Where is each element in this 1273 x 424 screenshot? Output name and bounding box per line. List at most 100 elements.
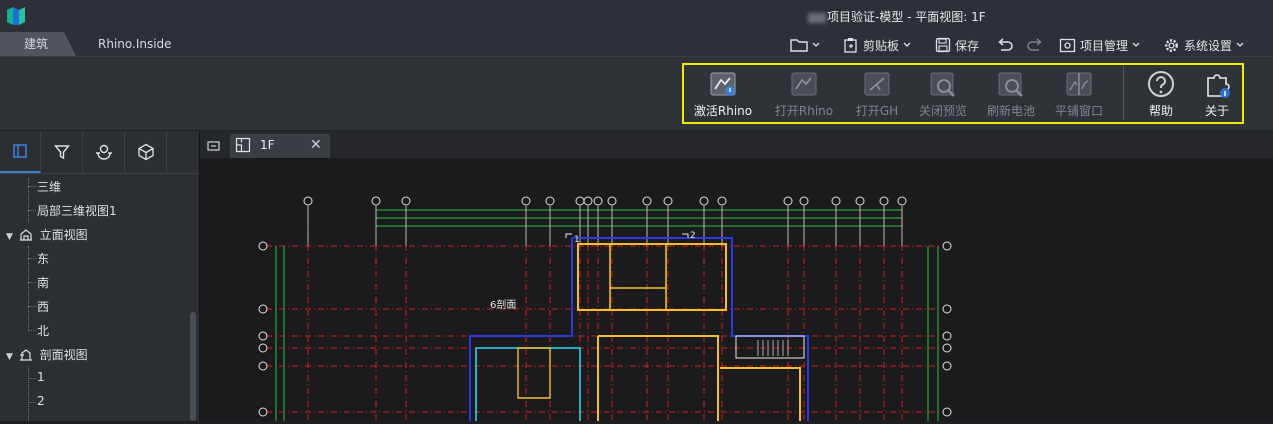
wall bbox=[475, 347, 581, 421]
clipboard-label: 剪贴板 bbox=[863, 38, 900, 53]
tree-guide bbox=[28, 402, 36, 403]
tree-guide bbox=[28, 186, 36, 187]
grid-bubble bbox=[663, 196, 673, 206]
chevron-down-icon bbox=[1236, 42, 1244, 47]
drawing-canvas[interactable]: 6剖面 1 2 bbox=[200, 158, 1273, 421]
tree-guide bbox=[28, 282, 36, 283]
close-icon[interactable]: ✕ bbox=[310, 137, 322, 153]
wall bbox=[517, 347, 551, 399]
tree-group-label: 立面视图 bbox=[39, 228, 88, 242]
grid-bubble bbox=[258, 361, 268, 371]
tree-group-sections[interactable]: ▼ 剖面视图 bbox=[6, 346, 88, 363]
project-management-button[interactable]: 项目管理 bbox=[1059, 35, 1140, 55]
browser-tab-filter[interactable] bbox=[42, 131, 83, 173]
system-settings-button[interactable]: 系统设置 bbox=[1163, 35, 1244, 55]
tree-group-elevations[interactable]: ▼ 立面视图 bbox=[6, 226, 88, 243]
grid-bubble bbox=[942, 331, 952, 341]
clipboard-button[interactable]: 剪贴板 bbox=[843, 35, 911, 55]
grid-bubble bbox=[879, 196, 889, 206]
open-folder-button[interactable] bbox=[790, 35, 820, 55]
grid-bubble bbox=[942, 407, 952, 417]
tree-item-north[interactable]: 北 bbox=[37, 322, 49, 339]
grid-bubble bbox=[855, 196, 865, 206]
browser-tab-views[interactable] bbox=[0, 131, 41, 173]
grid-bubble bbox=[258, 304, 268, 314]
grid-bubble bbox=[583, 196, 593, 206]
section-view-icon bbox=[19, 349, 32, 361]
grid-bubble bbox=[642, 196, 652, 206]
gear-icon bbox=[1165, 38, 1178, 52]
building-outline bbox=[469, 237, 809, 421]
grid-bubble bbox=[575, 196, 585, 206]
grid-bubble bbox=[942, 361, 952, 371]
dimension-line bbox=[375, 209, 903, 219]
save-button[interactable]: 保存 bbox=[935, 35, 979, 55]
tree-guide bbox=[28, 378, 36, 379]
grid-bubble bbox=[258, 343, 268, 353]
section-mark-label: 2 bbox=[690, 231, 696, 241]
room-label: 6剖面 bbox=[490, 298, 516, 311]
tree-item-section-2[interactable]: 2 bbox=[37, 394, 45, 408]
tree-group-label: 剖面视图 bbox=[39, 348, 88, 362]
cube-icon bbox=[138, 143, 154, 161]
grid-bubble bbox=[942, 304, 952, 314]
wall bbox=[609, 244, 667, 310]
redo-button[interactable] bbox=[1027, 35, 1043, 55]
tree-item-west[interactable]: 西 bbox=[37, 298, 49, 315]
grid-bubble bbox=[799, 196, 809, 206]
redo-icon bbox=[1027, 38, 1042, 51]
chevron-down-icon bbox=[1132, 42, 1140, 47]
floor-plan-icon bbox=[235, 137, 251, 156]
grid-bubble bbox=[258, 331, 268, 341]
view-switch-icon[interactable] bbox=[207, 140, 221, 155]
tab-label: Rhino.Inside bbox=[98, 37, 172, 51]
grid-bubble bbox=[371, 196, 381, 206]
family-icon bbox=[96, 144, 112, 160]
view-tab-bar bbox=[200, 131, 1273, 158]
elevation-view-icon bbox=[19, 229, 32, 241]
tree-item-section-1[interactable]: 1 bbox=[37, 370, 45, 384]
grid-bubble bbox=[401, 196, 411, 206]
browser-scrollbar-thumb[interactable] bbox=[190, 312, 196, 421]
grid-bubble bbox=[831, 196, 841, 206]
grid-bubble bbox=[699, 196, 709, 206]
grid-bubble bbox=[258, 407, 268, 417]
floor-plan-drawing: 6剖面 1 2 bbox=[258, 196, 952, 421]
collapse-chevron-icon[interactable]: ▼ bbox=[6, 352, 13, 362]
grid-bubble bbox=[897, 196, 907, 206]
tree-item-south[interactable]: 南 bbox=[37, 274, 49, 291]
grid-bubble bbox=[607, 196, 617, 206]
tree-item-3d[interactable]: 三维 bbox=[37, 178, 61, 195]
ribbon-highlight-box bbox=[682, 63, 1244, 124]
browser-tab-model[interactable] bbox=[126, 131, 167, 173]
grid-bubble bbox=[783, 196, 793, 206]
collapse-chevron-icon[interactable]: ▼ bbox=[6, 232, 13, 242]
folder-icon bbox=[790, 39, 808, 52]
tree-item-partial-3d-view[interactable]: 局部三维视图1 bbox=[37, 202, 117, 219]
section-mark bbox=[565, 233, 572, 238]
stair bbox=[735, 335, 805, 359]
save-icon bbox=[935, 37, 951, 53]
tree-item-east[interactable]: 东 bbox=[37, 250, 49, 267]
filter-icon bbox=[54, 145, 70, 160]
grid-bubble bbox=[593, 196, 603, 206]
undo-icon bbox=[998, 38, 1013, 51]
tab-label: 建筑 bbox=[24, 37, 49, 51]
window-title: 项目验证-模型 - 平面视图: 1F bbox=[808, 8, 986, 25]
chevron-down-icon bbox=[903, 42, 911, 47]
system-settings-label: 系统设置 bbox=[1184, 38, 1233, 53]
grid-bubble bbox=[717, 196, 727, 206]
tree-guide bbox=[28, 366, 29, 421]
tab-rhino-inside[interactable]: Rhino.Inside bbox=[76, 32, 200, 56]
grid-bubble bbox=[258, 241, 268, 251]
browser-tab-families[interactable] bbox=[84, 131, 125, 173]
grid-bubble bbox=[545, 196, 555, 206]
wall bbox=[597, 335, 801, 421]
save-label: 保存 bbox=[955, 38, 980, 53]
tab-architecture[interactable]: 建筑 bbox=[0, 32, 76, 56]
app-logo-icon bbox=[5, 5, 27, 27]
undo-button[interactable] bbox=[997, 35, 1013, 55]
grid-bubble bbox=[521, 196, 531, 206]
tree-guide bbox=[28, 178, 29, 222]
panel-icon bbox=[13, 144, 27, 158]
